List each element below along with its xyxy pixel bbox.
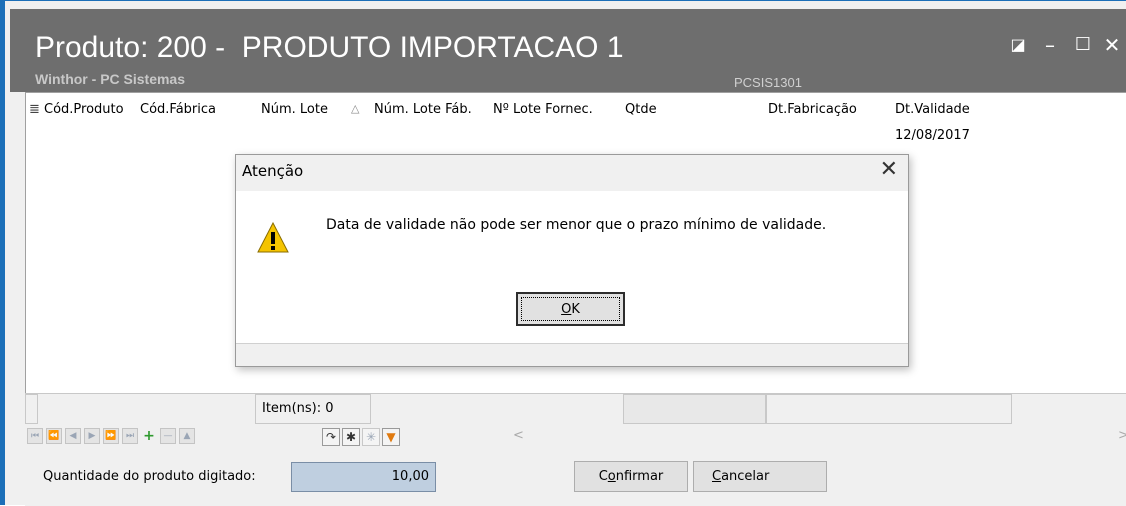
bottom-panel: Quantidade do produto digitado: 10,00 Co… — [25, 449, 1126, 506]
prior-page-icon[interactable]: ⏪ — [46, 428, 62, 444]
col-header-num-lote[interactable]: Núm. Lote — [261, 102, 328, 117]
dialog-message: Data de validade não pode ser menor que … — [326, 217, 827, 233]
ok-button[interactable]: OK — [516, 292, 625, 326]
col-header-cod-fabrica[interactable]: Cód.Fábrica — [140, 102, 216, 117]
minimize-button[interactable]: – — [1040, 35, 1060, 55]
sort-ascending-icon: △ — [351, 102, 360, 115]
prior-record-icon[interactable]: ◀ — [65, 428, 81, 444]
title-bar: Produto: 200 - PRODUTO IMPORTACAO 1 Wint… — [10, 9, 1126, 92]
scroll-left-icon[interactable]: < — [513, 428, 524, 443]
col-header-num-lote-fab[interactable]: Núm. Lote Fáb. — [374, 102, 472, 117]
footer-cell — [25, 394, 38, 424]
grid-menu-icon[interactable]: ≣ — [29, 102, 40, 117]
first-record-icon[interactable]: ⏮ — [27, 428, 43, 444]
confirm-label-part: C — [598, 469, 608, 484]
add-record-icon[interactable]: + — [141, 428, 157, 444]
col-header-lote-fornec[interactable]: Nº Lote Fornec. — [493, 102, 593, 117]
next-record-icon[interactable]: ▶ — [84, 428, 100, 444]
warning-icon — [257, 221, 289, 253]
window-title: Produto: 200 - PRODUTO IMPORTACAO 1 — [35, 31, 624, 64]
ok-label-part: K — [571, 302, 580, 317]
maximize-button[interactable]: ☐ — [1073, 35, 1093, 55]
ok-label-accel: O — [561, 302, 572, 317]
edit-record-icon[interactable]: ▲ — [179, 428, 195, 444]
navigator-bar: ⏮ ⏪ ◀ ▶ ⏩ ⏭ + — ▲ ↷ ✱ ✳ ▼ < > — [25, 425, 1126, 447]
confirm-button[interactable]: Confirmar — [574, 461, 688, 492]
dialog-status-divider — [236, 343, 908, 344]
cancel-button[interactable]: Cancelar — [693, 461, 827, 492]
grid-footer: Item(ns): 0 — [25, 393, 1126, 426]
col-header-qtde[interactable]: Qtde — [625, 102, 657, 117]
routine-code: PCSIS1301 — [734, 75, 802, 90]
col-header-dt-validade[interactable]: Dt.Validade — [895, 102, 970, 117]
asterisk-disabled-icon[interactable]: ✳ — [362, 428, 380, 446]
asterisk-icon[interactable]: ✱ — [342, 428, 360, 446]
ok-label: OK — [521, 297, 620, 321]
delete-record-icon[interactable]: — — [160, 428, 176, 444]
cancel-label-accel: C — [712, 469, 722, 484]
close-button[interactable]: ✕ — [1102, 35, 1122, 55]
quantity-label: Quantidade do produto digitado: — [43, 469, 256, 484]
quantity-field[interactable]: 10,00 — [291, 462, 436, 492]
dialog-close-icon[interactable]: ✕ — [880, 158, 898, 182]
restore-icon[interactable]: ◪ — [1008, 35, 1028, 55]
next-page-icon[interactable]: ⏩ — [103, 428, 119, 444]
cancel-label-part: ancelar — [721, 469, 770, 484]
last-record-icon[interactable]: ⏭ — [122, 428, 138, 444]
scroll-right-icon[interactable]: > — [1118, 428, 1126, 443]
dialog-body: Data de validade não pode ser menor que … — [236, 191, 908, 343]
filter-icon[interactable]: ▼ — [382, 428, 400, 446]
footer-cell — [623, 394, 766, 424]
warning-dialog: Atenção ✕ Data de validade não pode ser … — [235, 154, 909, 367]
confirm-label-part: nfirmar — [615, 469, 664, 484]
dialog-title: Atenção — [242, 162, 304, 180]
items-count: Item(ns): 0 — [255, 394, 371, 424]
footer-cell — [766, 394, 1012, 424]
cell-dt-validade[interactable]: 12/08/2017 — [895, 128, 970, 143]
col-header-cod-produto[interactable]: Cód.Produto — [44, 102, 136, 117]
confirm-label-accel: o — [607, 469, 616, 484]
refresh-icon[interactable]: ↷ — [322, 428, 340, 446]
col-header-dt-fabricacao[interactable]: Dt.Fabricação — [768, 102, 857, 117]
window-subtitle: Winthor - PC Sistemas — [35, 71, 186, 87]
